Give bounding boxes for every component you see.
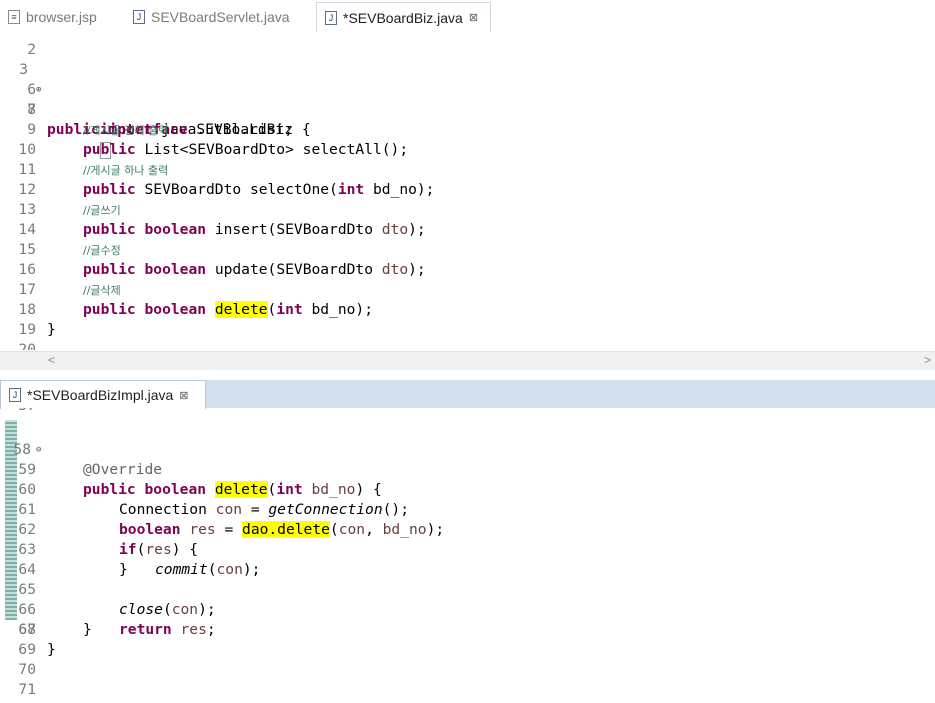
code-line: 67}	[18, 621, 92, 638]
jsp-file-icon: ≡	[8, 10, 20, 24]
editor-sevboardbiz[interactable]: 2 3 ⊕ import java.util.List; 6 7 public …	[0, 32, 935, 350]
code-line: 62 if(res) {	[18, 521, 199, 558]
code-line: 2	[27, 41, 36, 58]
code-line: 64}	[18, 561, 128, 578]
tab-label: SEVBoardServlet.java	[151, 9, 290, 25]
code-line: 6	[27, 81, 36, 98]
occurrence-highlight: delete	[214, 481, 268, 498]
occurrence-highlight: dao.delete	[242, 521, 330, 538]
code-line: 66 return res;	[18, 601, 216, 638]
code-line: 7 public interface SEVBoardBiz {	[27, 101, 311, 138]
code-line: 59 public boolean delete(int bd_no) {	[18, 461, 382, 498]
java-file-icon: J	[325, 10, 337, 25]
close-tab-icon[interactable]: ⊠	[469, 11, 478, 24]
editor-tabbar-bottom: J *SEVBoardBizImpl.java ⊠	[0, 380, 935, 409]
collapse-fold-icon[interactable]: ⊖	[36, 440, 41, 460]
tab-sevboardbizimpl-java[interactable]: J *SEVBoardBizImpl.java ⊠	[0, 380, 206, 409]
code-line: 58 ⊖ @Override	[13, 441, 163, 478]
code-line: 65 close(con);	[18, 581, 216, 618]
close-tab-icon[interactable]: ⊠	[179, 389, 188, 402]
horizontal-scrollbar[interactable]: < >	[0, 351, 935, 370]
tab-label: browser.jsp	[26, 9, 97, 25]
tab-browser-jsp[interactable]: ≡ browser.jsp	[0, 2, 118, 32]
pane-separator[interactable]	[0, 370, 935, 380]
expand-fold-icon[interactable]: ⊕	[36, 80, 41, 100]
code-line: 60 Connection con = getConnection();	[18, 481, 409, 518]
tab-sevboardservlet-java[interactable]: J SEVBoardServlet.java	[125, 2, 310, 32]
editor-tabbar-top: ≡ browser.jsp J SEVBoardServlet.java J *…	[0, 2, 935, 32]
tab-label: *SEVBoardBiz.java	[343, 9, 463, 26]
occurrence-highlight: delete	[214, 301, 268, 318]
code-line: 63 commit(con);	[18, 541, 261, 578]
editor-sevboardbizimpl[interactable]: 57 58⊖ @Override 59 public boolean delet…	[0, 408, 935, 703]
tab-label: *SEVBoardBizImpl.java	[27, 387, 174, 403]
java-file-icon: J	[133, 10, 145, 24]
tab-sevboardbiz-java[interactable]: J *SEVBoardBiz.java ⊠	[316, 2, 491, 32]
java-file-icon: J	[9, 388, 21, 402]
code-line: 3 ⊕ import java.util.List;	[0, 40, 293, 159]
scroll-right-icon[interactable]: >	[924, 353, 931, 367]
code-line: 61 boolean res = dao.delete(con, bd_no);	[18, 501, 445, 538]
scroll-left-icon[interactable]: <	[48, 353, 55, 367]
